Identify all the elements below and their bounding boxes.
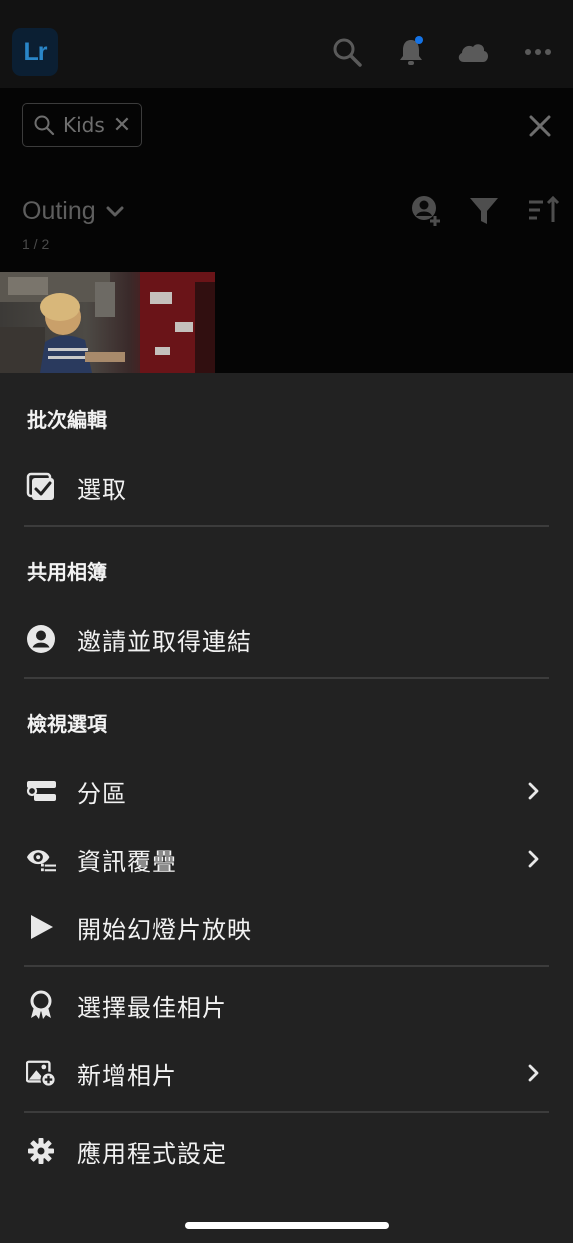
divider xyxy=(24,965,549,967)
eye-info-icon xyxy=(26,844,56,874)
menu-item-label: 選取 xyxy=(77,475,127,504)
menu-item-app-settings[interactable]: 應用程式設定 xyxy=(0,1123,573,1179)
search-icon xyxy=(34,115,55,136)
divider xyxy=(24,525,549,527)
search-chip-text: Kids xyxy=(63,113,105,137)
menu-item-select[interactable]: 選取 xyxy=(0,459,573,515)
more-icon[interactable] xyxy=(522,36,554,68)
menu-item-label: 選擇最佳相片 xyxy=(77,993,227,1022)
section-title-batch-edit: 批次編輯 xyxy=(27,408,107,432)
chevron-down-icon xyxy=(106,206,124,216)
menu-item-label: 新增相片 xyxy=(77,1061,177,1090)
sort-icon[interactable] xyxy=(526,194,560,228)
section-title-shared-album: 共用相簿 xyxy=(27,560,107,584)
close-icon[interactable] xyxy=(526,112,554,140)
notification-dot xyxy=(415,36,423,44)
album-title-dropdown[interactable]: Outing xyxy=(22,197,124,226)
select-checkbox-icon xyxy=(26,472,56,502)
menu-item-segment[interactable]: 分區 xyxy=(0,763,573,819)
menu-item-slideshow[interactable]: 開始幻燈片放映 xyxy=(0,899,573,955)
award-ribbon-icon xyxy=(26,990,56,1020)
cloud-icon[interactable] xyxy=(455,36,491,68)
menu-item-label: 開始幻燈片放映 xyxy=(77,915,252,944)
menu-item-label: 分區 xyxy=(77,779,127,808)
play-icon xyxy=(26,912,56,942)
chevron-right-icon xyxy=(528,782,539,800)
menu-item-label: 應用程式設定 xyxy=(77,1139,227,1168)
chevron-right-icon xyxy=(528,1064,539,1082)
menu-item-label: 資訊覆疊 xyxy=(77,847,177,876)
clear-chip-icon[interactable]: ✕ xyxy=(113,113,131,138)
top-app-bar: Lr xyxy=(0,0,573,88)
menu-item-info-overlay[interactable]: 資訊覆疊 xyxy=(0,831,573,887)
chevron-right-icon xyxy=(528,850,539,868)
divider xyxy=(24,677,549,679)
menu-item-add-photos[interactable]: 新增相片 xyxy=(0,1045,573,1101)
search-filter-chip[interactable]: Kids ✕ xyxy=(22,103,142,147)
add-photo-icon xyxy=(26,1058,56,1088)
photo-thumbnail[interactable] xyxy=(0,272,215,373)
search-icon[interactable] xyxy=(331,36,363,68)
person-circle-icon xyxy=(26,624,56,654)
options-bottom-sheet: 批次編輯 選取 共用相簿 邀請並取得連結 檢視選項 分區 資訊覆疊 開始幻燈片放… xyxy=(0,373,573,1243)
filter-icon[interactable] xyxy=(467,194,501,228)
menu-item-label: 邀請並取得連結 xyxy=(77,627,252,656)
album-title: Outing xyxy=(22,197,96,225)
divider xyxy=(24,1111,549,1113)
add-person-icon[interactable] xyxy=(409,194,443,228)
home-indicator[interactable] xyxy=(185,1222,389,1229)
lightroom-logo: Lr xyxy=(12,28,58,76)
menu-item-best-photos[interactable]: 選擇最佳相片 xyxy=(0,977,573,1033)
gear-icon xyxy=(26,1136,56,1166)
section-title-view-options: 檢視選項 xyxy=(27,712,107,736)
menu-item-invite-link[interactable]: 邀請並取得連結 xyxy=(0,611,573,667)
album-photo-count: 1 / 2 xyxy=(22,236,50,252)
bell-icon[interactable] xyxy=(395,36,427,68)
segment-icon xyxy=(26,776,56,806)
boy-cooking-photo xyxy=(0,272,215,373)
